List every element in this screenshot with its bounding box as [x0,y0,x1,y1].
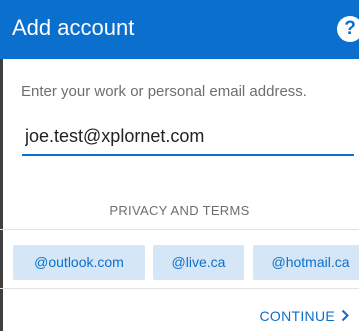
app-header: Add account ? [0,0,359,59]
domain-chip-hotmail[interactable]: @hotmail.ca [253,245,359,280]
window-edge [0,59,3,331]
email-prompt: Enter your work or personal email addres… [21,83,307,100]
privacy-terms-link[interactable]: PRIVACY AND TERMS [0,203,359,219]
divider [0,229,359,230]
continue-label: CONTINUE [259,308,335,324]
domain-chip-live[interactable]: @live.ca [153,245,244,280]
domain-chip-outlook[interactable]: @outlook.com [13,245,145,280]
domain-suggestions: @outlook.com @live.ca @hotmail.ca [0,245,359,280]
continue-button[interactable]: CONTINUE [259,307,349,325]
email-field[interactable] [22,124,354,156]
help-icon[interactable]: ? [337,16,359,42]
add-account-screen: Add account ? Enter your work or persona… [0,0,359,331]
chevron-right-icon [341,309,349,322]
divider [0,288,359,289]
page-title: Add account [12,15,135,40]
